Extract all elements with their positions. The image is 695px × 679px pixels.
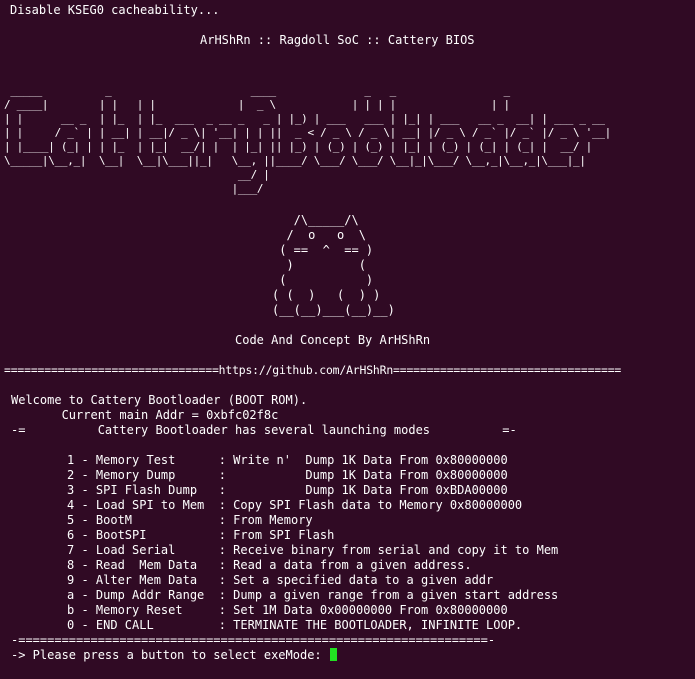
- prompt-text: -> Please press a button to select exeMo…: [11, 648, 329, 662]
- menu-item-8: 8 - Read Mem Data : Read a data from a g…: [67, 558, 472, 572]
- menu-item-3: 3 - SPI Flash Dump : Dump 1K Data From 0…: [67, 483, 508, 497]
- menu-item-9: 9 - Alter Mem Data : Set a specified dat…: [67, 573, 494, 587]
- github-rule: ================================https://…: [4, 363, 622, 377]
- footer-rule: -=======================================…: [11, 633, 496, 647]
- cat-ascii-art: /\_____/\ / o o \ ( == ^ == ) ) ( ( ) ( …: [272, 213, 395, 317]
- menu-item-0: 0 - END CALL : TERMINATE THE BOOTLOADER,…: [67, 618, 523, 632]
- status-line: Disable KSEG0 cacheability...: [10, 3, 220, 17]
- terminal-cursor[interactable]: [329, 648, 337, 661]
- menu-item-1: 1 - Memory Test : Write n' Dump 1K Data …: [67, 453, 508, 467]
- menu-item-6: 6 - BootSPI : From SPI Flash: [67, 528, 335, 542]
- modes-header: -= Cattery Bootloader has several launch…: [11, 423, 517, 437]
- prompt-line[interactable]: -> Please press a button to select exeMo…: [11, 648, 337, 663]
- cattery-bootloader-logo: _____ _ ____ _ _ _ / ____| | | | | | _ \…: [4, 84, 611, 195]
- credit-line: Code And Concept By ArHShRn: [235, 333, 431, 347]
- menu-item-7: 7 - Load Serial : Receive binary from se…: [67, 543, 559, 557]
- bios-title: ArHShRn :: Ragdoll SoC :: Cattery BIOS: [200, 33, 475, 47]
- welcome-line: Welcome to Cattery Bootloader (BOOT ROM)…: [11, 393, 308, 407]
- menu-item-a: a - Dump Addr Range : Dump a given range…: [67, 588, 559, 602]
- current-addr-line: Current main Addr = 0xbfc02f8c: [11, 408, 279, 422]
- menu-item-4: 4 - Load SPI to Mem : Copy SPI Flash dat…: [67, 498, 523, 512]
- menu-item-b: b - Memory Reset : Set 1M Data 0x0000000…: [67, 603, 508, 617]
- menu-item-2: 2 - Memory Dump : Dump 1K Data From 0x80…: [67, 468, 508, 482]
- menu-item-5: 5 - BootM : From Memory: [67, 513, 313, 527]
